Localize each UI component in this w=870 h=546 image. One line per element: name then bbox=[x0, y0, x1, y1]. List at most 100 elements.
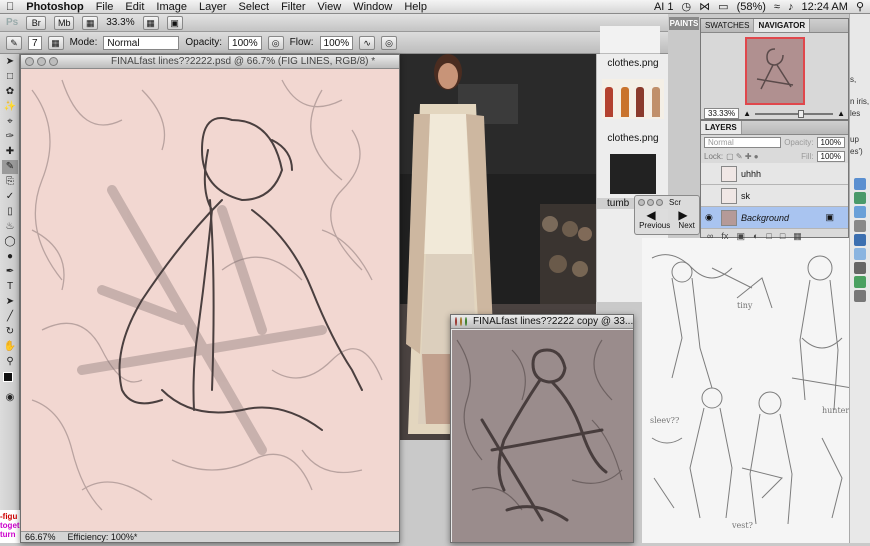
dodge-tool-icon[interactable]: ● bbox=[2, 250, 18, 264]
lock-icons[interactable]: ▢ ✎ ✚ ● bbox=[726, 152, 758, 161]
bridge-button[interactable]: Br bbox=[26, 15, 47, 30]
history-brush-tool-icon[interactable]: ✓ bbox=[2, 190, 18, 204]
layer-name[interactable]: sk bbox=[741, 191, 750, 201]
dock-app-icon[interactable] bbox=[854, 248, 866, 260]
opacity-input[interactable]: 100% bbox=[228, 35, 262, 50]
eye-icon[interactable]: ◉ bbox=[705, 212, 717, 223]
previous-icon[interactable]: ◀ bbox=[646, 209, 655, 221]
copy-titlebar[interactable]: FINALfast lines??2222 copy @ 33... bbox=[451, 315, 633, 329]
adjustment-icon[interactable]: ◐ bbox=[753, 231, 758, 242]
blur-tool-icon[interactable]: ◯ bbox=[2, 235, 18, 249]
brush-tool-preset-icon[interactable]: ✎ bbox=[6, 35, 22, 50]
menu-filter[interactable]: Filter bbox=[275, 1, 311, 13]
file-label[interactable]: clothes.png bbox=[597, 58, 669, 69]
trash-icon[interactable]: ▦ bbox=[793, 231, 802, 242]
path-select-tool-icon[interactable]: ➤ bbox=[2, 295, 18, 309]
layer-row[interactable]: sk bbox=[701, 185, 848, 207]
dock-app-icon[interactable] bbox=[854, 178, 866, 190]
zoom-level[interactable]: 33.3% bbox=[106, 17, 134, 28]
marquee-tool-icon[interactable]: □ bbox=[2, 70, 18, 84]
minimize-button[interactable] bbox=[37, 57, 46, 66]
zoom-button[interactable] bbox=[465, 317, 467, 326]
dock-app-icon[interactable] bbox=[854, 276, 866, 288]
clothes-thumbnail[interactable] bbox=[601, 79, 664, 119]
flow-input[interactable]: 100% bbox=[319, 35, 354, 50]
blend-mode-select[interactable]: Normal bbox=[704, 137, 782, 148]
zoom-in-icon[interactable]: ▲ bbox=[837, 109, 845, 118]
battery-percent[interactable]: (58%) bbox=[737, 1, 766, 13]
canvas[interactable] bbox=[22, 70, 398, 532]
eyedropper-tool-icon[interactable]: ✑ bbox=[2, 130, 18, 144]
clone-stamp-tool-icon[interactable]: ⎘ bbox=[2, 175, 18, 189]
zoom-out-icon[interactable]: ▲ bbox=[743, 109, 751, 118]
mode-select[interactable]: Normal bbox=[103, 35, 180, 50]
dock-app-icon[interactable] bbox=[854, 234, 866, 246]
zoom-slider[interactable] bbox=[755, 109, 834, 118]
quick-mask-icon[interactable]: ◉ bbox=[2, 391, 18, 405]
pressure-opacity-icon[interactable]: ◎ bbox=[267, 35, 284, 50]
dock-app-icon[interactable] bbox=[854, 206, 866, 218]
menu-help[interactable]: Help bbox=[398, 1, 433, 13]
mask-icon[interactable]: ▣ bbox=[736, 231, 745, 242]
menu-file[interactable]: File bbox=[90, 1, 120, 13]
volume-icon[interactable]: ♪ bbox=[788, 1, 794, 13]
layer-name[interactable]: uhhh bbox=[741, 169, 761, 179]
tab-navigator[interactable]: NAVIGATOR bbox=[754, 19, 811, 32]
pressure-size-icon[interactable]: ◎ bbox=[381, 35, 398, 50]
crop-tool-icon[interactable]: ⌖ bbox=[2, 115, 18, 129]
menu-edit[interactable]: Edit bbox=[119, 1, 150, 13]
brush-size-picker[interactable]: 7 bbox=[28, 35, 42, 50]
pen-tool-icon[interactable]: ✒ bbox=[2, 265, 18, 279]
arrange-documents-button[interactable]: ▦ bbox=[142, 15, 159, 30]
battery-icon[interactable]: ▭ bbox=[718, 0, 728, 13]
hand-tool-icon[interactable]: ✋ bbox=[2, 340, 18, 354]
move-tool-icon[interactable]: ➤ bbox=[2, 55, 18, 69]
fill-input[interactable]: 100% bbox=[816, 151, 845, 162]
close-button[interactable] bbox=[638, 199, 645, 206]
copy-canvas[interactable] bbox=[452, 330, 633, 542]
shape-tool-icon[interactable]: ╱ bbox=[2, 310, 18, 324]
dock-app-icon[interactable] bbox=[854, 262, 866, 274]
apple-icon[interactable]:  bbox=[0, 1, 20, 13]
spotlight-icon[interactable]: ⚲ bbox=[856, 0, 864, 13]
efficiency-status[interactable]: Efficiency: 100%* bbox=[68, 532, 138, 542]
dock-app-icon[interactable] bbox=[854, 290, 866, 302]
airbrush-icon[interactable]: ∿ bbox=[359, 35, 376, 50]
zoom-button[interactable] bbox=[49, 57, 58, 66]
previous-button[interactable]: Previous bbox=[639, 221, 670, 230]
mini-bridge-button[interactable]: Mb bbox=[54, 15, 75, 30]
layer-row[interactable]: uhhh bbox=[701, 163, 848, 185]
eraser-tool-icon[interactable]: ▯ bbox=[2, 205, 18, 219]
view-extras-button[interactable]: ▦ bbox=[82, 15, 99, 30]
bluetooth-icon[interactable]: ⋈ bbox=[699, 0, 710, 13]
brush-panel-icon[interactable]: ▦ bbox=[47, 35, 64, 50]
tumb-thumbnail[interactable] bbox=[609, 154, 656, 194]
lasso-tool-icon[interactable]: ✿ bbox=[2, 85, 18, 99]
status-ai[interactable]: AI 1 bbox=[654, 1, 674, 13]
close-button[interactable] bbox=[455, 317, 457, 326]
layer-opacity-input[interactable]: 100% bbox=[816, 137, 845, 148]
layer-row-selected[interactable]: ◉ Background ▣ bbox=[701, 207, 848, 229]
layer-name[interactable]: Background bbox=[741, 213, 789, 223]
menu-select[interactable]: Select bbox=[233, 1, 276, 13]
screen-mode-button[interactable]: ▣ bbox=[166, 15, 183, 30]
zoom-status[interactable]: 66.67% bbox=[25, 532, 56, 542]
menu-layer[interactable]: Layer bbox=[193, 1, 233, 13]
menu-view[interactable]: View bbox=[312, 1, 348, 13]
new-layer-icon[interactable]: □ bbox=[780, 231, 785, 242]
zoom-tool-icon[interactable]: ⚲ bbox=[2, 355, 18, 369]
slideshow-controller[interactable]: Scr ◀ ▶ Previous Next bbox=[634, 195, 700, 235]
document-titlebar[interactable]: FINALfast lines??2222.psd @ 66.7% (FIG L… bbox=[21, 55, 399, 69]
clock[interactable]: 12:24 AM bbox=[801, 1, 847, 13]
menu-window[interactable]: Window bbox=[347, 1, 398, 13]
dock-app-icon[interactable] bbox=[854, 220, 866, 232]
type-tool-icon[interactable]: T bbox=[2, 280, 18, 294]
zoom-button[interactable] bbox=[656, 199, 663, 206]
paints-tab[interactable]: PAINTS bbox=[669, 17, 699, 30]
main-document-window[interactable]: FINALfast lines??2222.psd @ 66.7% (FIG L… bbox=[20, 54, 400, 543]
folder-icon[interactable]: □ bbox=[766, 231, 771, 242]
navigator-zoom-input[interactable]: 33.33% bbox=[704, 108, 740, 119]
copy-document-window[interactable]: FINALfast lines??2222 copy @ 33... bbox=[450, 314, 634, 543]
3d-tool-icon[interactable]: ↻ bbox=[2, 325, 18, 339]
minimize-button[interactable] bbox=[460, 317, 462, 326]
